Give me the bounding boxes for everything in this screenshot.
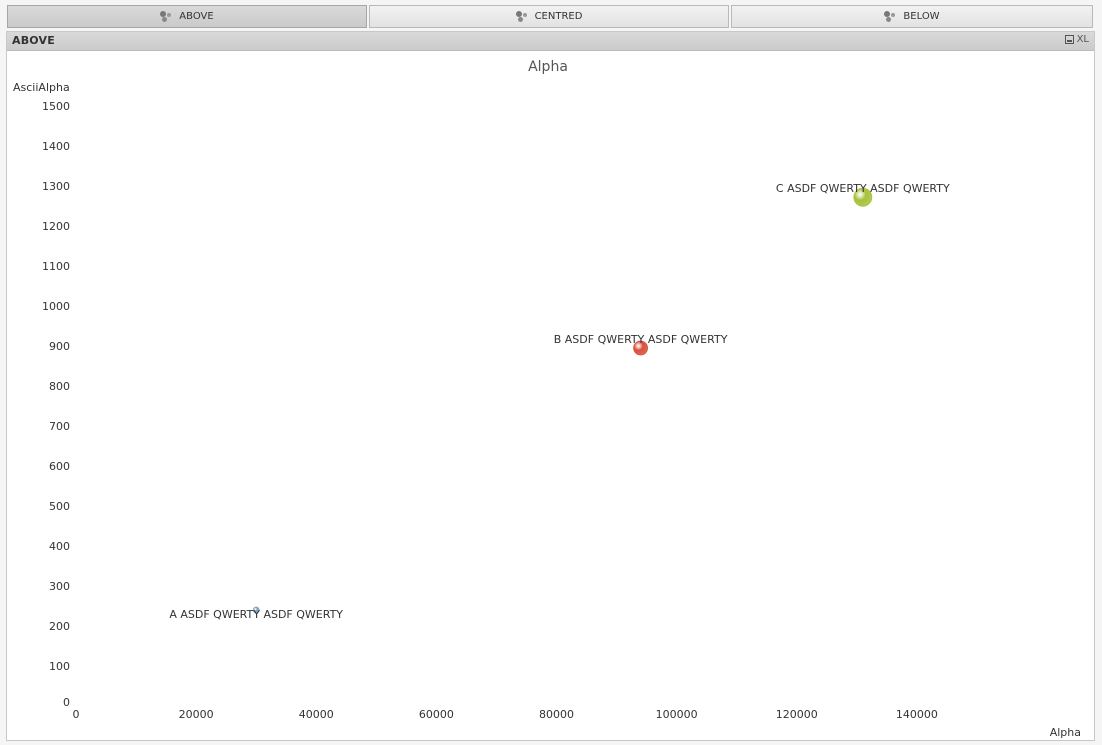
y-tick-label: 200 <box>49 620 70 633</box>
y-tick-label: 1000 <box>42 300 70 313</box>
x-tick-label: 0 <box>73 708 80 721</box>
y-tick-label: 700 <box>49 420 70 433</box>
y-tick-label: 0 <box>63 696 70 709</box>
y-tick-label: 600 <box>49 460 70 473</box>
x-tick-label: 40000 <box>299 708 334 721</box>
y-tick-label: 300 <box>49 580 70 593</box>
y-tick-label: 1300 <box>42 180 70 193</box>
x-tick-label: 120000 <box>776 708 818 721</box>
x-tick-label: 140000 <box>896 708 938 721</box>
point-label: A ASDF QWERTY ASDF QWERTY <box>169 608 343 621</box>
x-tick-label: 20000 <box>179 708 214 721</box>
y-tick-label: 1100 <box>42 260 70 273</box>
y-tick-label: 900 <box>49 340 70 353</box>
x-axis-label: Alpha <box>1050 726 1081 739</box>
y-axis-ticks: 0 100 200 300 400 500 600 700 800 900 1000 1100 1200… <box>42 100 70 709</box>
chart-title: Alpha <box>528 59 568 75</box>
y-tick-label: 800 <box>49 380 70 393</box>
point-label: B ASDF QWERTY ASDF QWERTY <box>554 333 728 346</box>
y-axis-label: AsciiAlpha <box>13 81 70 94</box>
y-tick-label: 1200 <box>42 220 70 233</box>
y-tick-label: 400 <box>49 540 70 553</box>
y-tick-label: 1500 <box>42 100 70 113</box>
y-tick-label: 500 <box>49 500 70 513</box>
y-tick-label: 1400 <box>42 140 70 153</box>
scatter-chart: Alpha AsciiAlpha Alpha 0 100 200 300 400 500 6… <box>13 59 1081 739</box>
data-points: A ASDF QWERTY ASDF QWERTY B ASDF QWERTY A… <box>169 182 950 621</box>
y-tick-label: 100 <box>49 660 70 673</box>
x-tick-label: 60000 <box>419 708 454 721</box>
x-tick-label: 100000 <box>656 708 698 721</box>
x-tick-label: 80000 <box>539 708 574 721</box>
x-axis-ticks: 0 20000 40000 60000 80000 100000 120000 140000 <box>73 708 938 721</box>
point-label: C ASDF QWERTY ASDF QWERTY <box>776 182 950 195</box>
